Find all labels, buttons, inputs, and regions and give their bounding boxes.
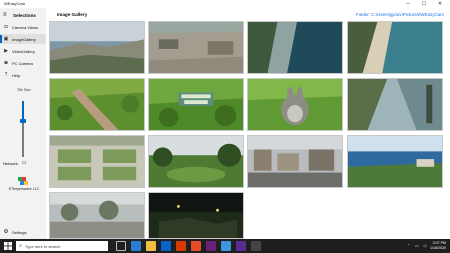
network-status: Network: ▭ [3,160,27,166]
sidebar: ≡ Selections ◘ Camera Views ▣ ImageGalle… [0,8,46,239]
company-name: ETimpersware LLC [8,187,40,191]
gallery-thumbnail[interactable] [148,78,244,131]
taskbar-pinned-apps [116,241,261,251]
nav-item-image-gallery[interactable]: ▣ ImageGallery [0,34,46,44]
chevron-up-icon[interactable]: ⌃ [407,241,412,250]
settings-label: Settings [12,229,27,235]
task-view-icon[interactable] [116,241,126,251]
gallery-thumbnail[interactable] [49,192,145,239]
slider-track-remaining [22,120,24,157]
pc-camera-icon: ◙ [4,60,8,66]
hamburger-menu-icon[interactable]: ≡ [3,12,7,18]
close-button[interactable]: ✕ [432,0,448,8]
video-icon: ▶ [4,48,8,54]
nav-item-camera-views[interactable]: ◘ Camera Views [0,22,46,32]
gallery-thumbnail[interactable] [247,78,343,131]
sidebar-header: Selections [13,13,36,18]
nav-item-pc-camera[interactable]: ◙ PC Camera [0,58,46,68]
window-title: WEasyCam [4,1,26,6]
title-bar: WEasyCam ─ ☐ ✕ [0,0,450,8]
tile-size-label: Tile Size [17,88,31,92]
nav-item-help[interactable]: ? Help [0,70,46,80]
nav-item-video-gallery[interactable]: ▶ VideoGallery [0,46,46,56]
image-icon: ▣ [3,36,9,42]
company-logo-icon [18,177,28,185]
folder-path-link[interactable]: Folder: C:\Users\jgclov\Pictures\WEasyCa… [356,12,444,17]
network-label: Network: [3,160,19,166]
nav-item-label: Help [12,72,21,78]
gear-icon: ⚙ [3,229,9,235]
nav-item-label: ImageGallery [12,36,36,42]
office-icon[interactable] [176,241,186,251]
page-title: Image Gallery [57,12,88,17]
gallery-thumbnail[interactable] [148,21,244,74]
gallery-thumbnail[interactable] [347,135,443,188]
camera-icon: ◘ [4,24,8,30]
network-tray-icon[interactable]: ▭ [415,241,420,250]
gallery-thumbnail[interactable] [148,192,244,239]
nav-item-label: Camera Views [12,24,38,30]
gallery-thumbnail[interactable] [247,135,343,188]
nav-item-label: PC Camera [12,60,33,66]
search-placeholder: Type here to search [25,243,61,249]
edge-browser-icon[interactable] [131,241,141,251]
maximize-button[interactable]: ☐ [416,0,432,8]
system-tray: ⌃ ▭ ◁ [407,241,428,250]
gallery-thumbnail[interactable] [247,21,343,74]
taskbar: ⌕ Type here to search ⌃ ▭ ◁ 3:07 PM 1/16… [0,239,450,253]
gallery-thumbnail[interactable] [49,21,145,74]
slider-thumb[interactable] [20,118,26,123]
gallery-thumbnail[interactable] [347,21,443,74]
gallery-thumbnail[interactable] [49,78,145,131]
store-icon[interactable] [161,241,171,251]
clock-date: 1/16/2020 [430,246,446,250]
monitor-icon: ▭ [21,160,27,166]
volume-icon[interactable]: ◁ [423,241,428,250]
window-controls: ─ ☐ ✕ [400,0,448,8]
app-icon[interactable] [251,241,261,251]
settings-button[interactable]: ⚙ Settings [0,227,46,237]
taskbar-clock[interactable]: 3:07 PM 1/16/2020 [430,241,446,251]
gallery-thumbnail[interactable] [49,135,145,188]
gallery-thumbnail[interactable] [148,135,244,188]
app-icon[interactable] [191,241,201,251]
search-icon: ⌕ [19,243,22,249]
gallery-thumbnail[interactable] [347,78,443,131]
minimize-button[interactable]: ─ [400,0,416,8]
help-icon: ? [4,72,8,78]
file-explorer-icon[interactable] [146,241,156,251]
nav-item-label: VideoGallery [12,48,35,54]
weasycam-app-icon[interactable] [221,241,231,251]
app-icon[interactable] [236,241,246,251]
windows-start-icon[interactable] [4,242,12,250]
visual-studio-icon[interactable] [206,241,216,251]
taskbar-search-box[interactable]: ⌕ Type here to search [16,241,108,251]
